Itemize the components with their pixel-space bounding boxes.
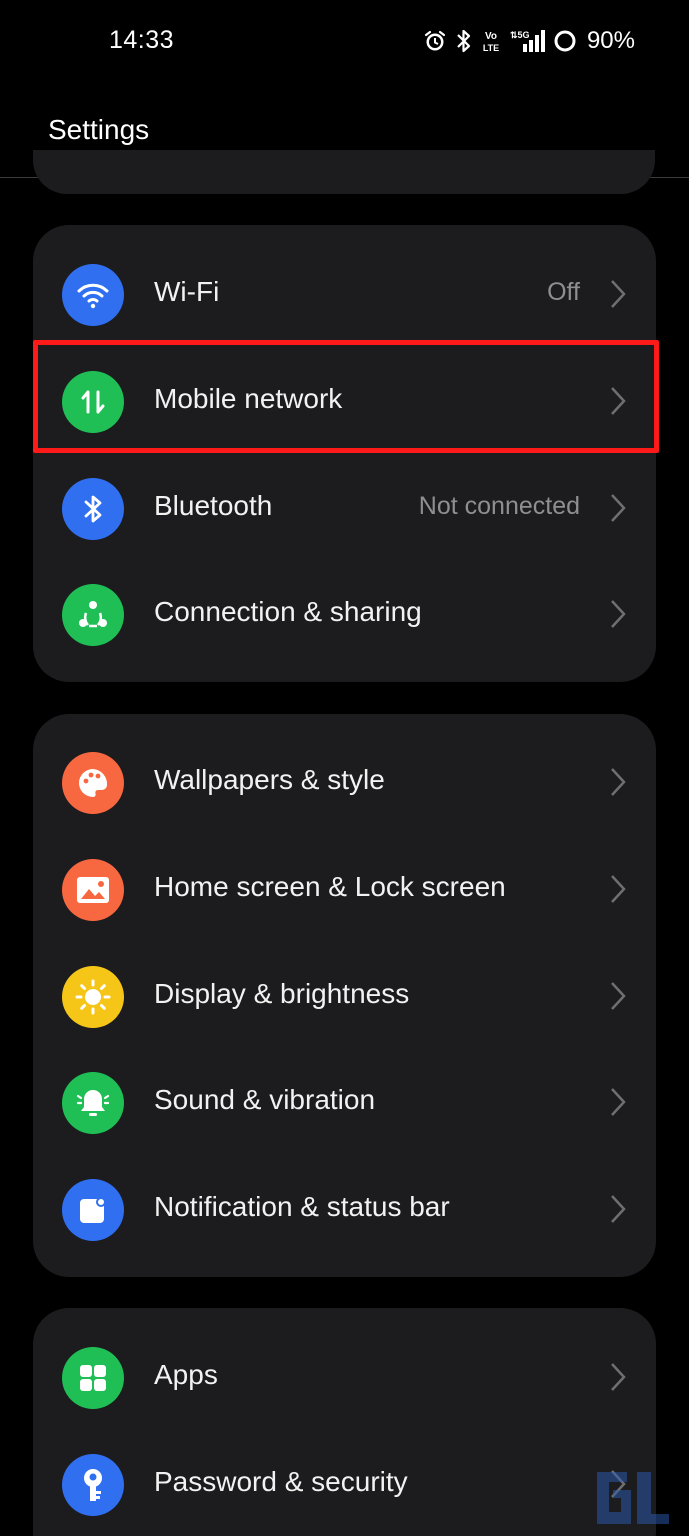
battery-percentage: 90% (586, 27, 635, 54)
page-title: Settings (48, 114, 150, 145)
bluetooth-icon (455, 28, 473, 54)
chevron-right-icon (611, 1363, 626, 1391)
wifi-icon (62, 264, 124, 326)
settings-screen: 14:33 Vo LTE ⇅5G 90% Settings Wi-Fi Off … (0, 0, 689, 1536)
palette-icon (62, 752, 124, 814)
settings-item-value: Off (547, 278, 580, 306)
chevron-right-icon (611, 768, 626, 796)
settings-item-wifi[interactable]: Wi-Fi Off (33, 241, 656, 348)
settings-item-label: Apps (154, 1359, 218, 1390)
settings-item-notification-status-bar[interactable]: Notification & status bar (33, 1156, 656, 1263)
settings-item-label: Home screen & Lock screen (154, 871, 506, 902)
chevron-right-icon (611, 600, 626, 628)
svg-text:LTE: LTE (483, 43, 499, 53)
settings-item-label: Password & security (154, 1466, 408, 1497)
apps-grid-icon (62, 1347, 124, 1409)
settings-item-label: Notification & status bar (154, 1191, 450, 1222)
settings-item-wallpapers-style[interactable]: Wallpapers & style (33, 729, 656, 836)
settings-group-apps-security: Apps Password & security (33, 1308, 656, 1536)
image-icon (62, 859, 124, 921)
previous-settings-card (33, 150, 655, 194)
bell-icon (62, 1072, 124, 1134)
settings-item-apps[interactable]: Apps (33, 1324, 656, 1431)
settings-item-label: Bluetooth (154, 490, 273, 521)
settings-item-label: Connection & sharing (154, 596, 422, 627)
svg-text:⇅5G: ⇅5G (510, 30, 530, 40)
chevron-right-icon (611, 494, 626, 522)
settings-item-value: Not connected (418, 492, 580, 520)
status-bar: 14:33 Vo LTE ⇅5G 90% (0, 0, 689, 84)
settings-item-label: Display & brightness (154, 978, 410, 1009)
settings-group-personalization: Wallpapers & style Home screen & Lock sc… (33, 714, 656, 1277)
status-time: 14:33 (109, 26, 175, 54)
sun-icon (62, 966, 124, 1028)
chevron-right-icon (611, 280, 626, 308)
chevron-right-icon (611, 1088, 626, 1116)
settings-group-connectivity: Wi-Fi Off Mobile network Bluetooth Not c… (33, 225, 656, 682)
settings-item-connection-sharing[interactable]: Connection & sharing (33, 561, 656, 668)
settings-item-label: Wallpapers & style (154, 764, 385, 795)
svg-text:Vo: Vo (485, 31, 497, 42)
notification-icon (62, 1179, 124, 1241)
chevron-right-icon (611, 1195, 626, 1223)
settings-item-password-security[interactable]: Password & security (33, 1431, 656, 1536)
alarm-icon (423, 29, 447, 53)
watermark-logo (597, 1472, 669, 1524)
key-icon (62, 1454, 124, 1516)
settings-item-bluetooth[interactable]: Bluetooth Not connected (33, 455, 656, 562)
highlight-box (33, 340, 659, 453)
chevron-right-icon (611, 982, 626, 1010)
status-icons: Vo LTE ⇅5G 90% (423, 26, 635, 56)
bluetooth-icon (62, 478, 124, 540)
settings-item-label: Wi-Fi (154, 276, 220, 307)
share-icon (62, 584, 124, 646)
5g-signal-icon: ⇅5G (509, 28, 545, 54)
settings-item-label: Sound & vibration (154, 1084, 376, 1115)
settings-item-display-brightness[interactable]: Display & brightness (33, 943, 656, 1050)
settings-item-sound-vibration[interactable]: Sound & vibration (33, 1049, 656, 1156)
settings-item-home-lock-screen[interactable]: Home screen & Lock screen (33, 836, 656, 943)
volte-icon: Vo LTE (481, 28, 501, 54)
battery-icon (553, 29, 577, 53)
chevron-right-icon (611, 875, 626, 903)
